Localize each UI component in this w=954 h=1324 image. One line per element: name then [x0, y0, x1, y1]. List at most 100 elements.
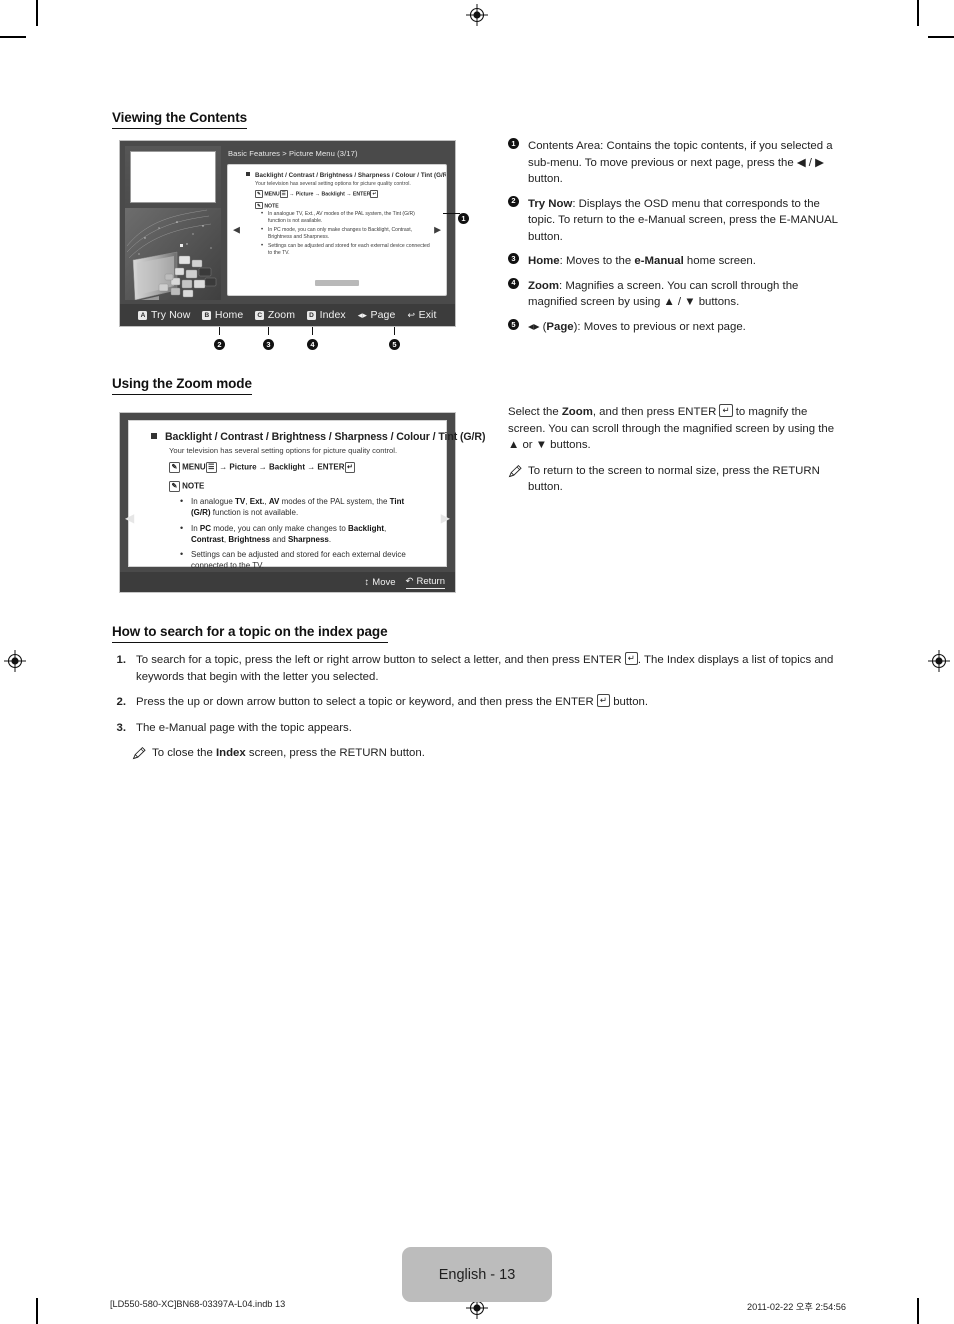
tv-bar-zoom[interactable]: C Zoom: [255, 309, 295, 321]
heading-using-the-zoom-mode: Using the Zoom mode: [112, 376, 252, 395]
tv-bar-label: Page: [370, 309, 396, 321]
step-text: To search for a topic, press the left or…: [136, 652, 834, 683]
step-number: 1.: [116, 654, 127, 666]
enter-key-icon: ↵: [370, 190, 379, 198]
crop-mark-top-left-h: [0, 36, 26, 38]
page-number-label: English - 13: [438, 1266, 516, 1283]
legend-item-text: ◂▸ (Page): Moves to previous or next pag…: [528, 320, 746, 333]
zoom-mode-body: Select the Zoom, and then press ENTER ↵ …: [508, 404, 835, 452]
legend-item-text: Try Now: Displays the OSD menu that corr…: [528, 197, 838, 243]
tv-artwork-illustration: [125, 208, 221, 300]
callout-number: 5: [389, 339, 400, 351]
legend-item-2: 2 Try Now: Displays the OSD menu that co…: [508, 195, 840, 246]
tv-note-item: In analogue TV, Ext., AV modes of the PA…: [261, 210, 430, 225]
tv-bar-label: Exit: [418, 309, 437, 321]
tv-breadcrumb: Basic Features > Picture Menu (3/17): [228, 149, 358, 158]
registration-mark-left: [4, 650, 26, 672]
callout-number: 4: [307, 339, 318, 351]
callout-1: 1: [458, 208, 469, 226]
index-step: 2. Press the up or down arrow button to …: [112, 694, 840, 711]
page-number-tab: English - 13: [402, 1247, 552, 1302]
legend-list: 1 Contents Area: Contains the topic cont…: [508, 138, 840, 343]
crop-mark-top-right-v: [917, 0, 919, 26]
tv-right-pane: Basic Features > Picture Menu (3/17) ◀ ▶…: [224, 146, 450, 300]
tv-menu-path: ✎ MENU ☰ → Picture → Backlight → ENTER ↵: [255, 190, 379, 198]
tv-topic-title: Backlight / Contrast / Brightness / Shar…: [246, 172, 446, 179]
tv-note-item: In PC mode, you can only make changes to…: [261, 226, 430, 241]
zoom-note-item: Settings can be adjusted and stored for …: [180, 548, 420, 571]
zoom-prev-page-arrow-icon[interactable]: ◀: [125, 511, 134, 525]
legend-item-4: 4 Zoom: Magnifies a screen. You can scro…: [508, 277, 840, 311]
square-bullet-icon: [151, 433, 157, 440]
step-text: The e-Manual page with the topic appears…: [136, 721, 352, 734]
zoom-bar-label: Return: [416, 575, 445, 587]
key-b-icon: B: [202, 310, 212, 320]
zoom-topic-title: Backlight / Contrast / Brightness / Shar…: [151, 431, 485, 443]
zoom-mode-description: Select the Zoom, and then press ENTER ↵ …: [508, 404, 840, 496]
tv-screen-mock: Basic Features > Picture Menu (3/17) ◀ ▶…: [119, 140, 456, 327]
legend-item-1: 1 Contents Area: Contains the topic cont…: [508, 138, 840, 188]
legend-item-5: 5 ◂▸ (Page): Moves to previous or next p…: [508, 318, 840, 336]
zoom-note-item: In analogue TV, Ext., AV modes of the PA…: [180, 495, 420, 518]
left-right-arrows-icon: ◂▸: [357, 309, 367, 320]
zoom-bar-return[interactable]: ↶ Return: [405, 575, 445, 589]
zoom-menu-path: ✎ MENU ☰ → Picture → Backlight → ENTER ↵: [169, 462, 420, 474]
step-number: 3.: [116, 721, 127, 734]
index-steps-list: 1. To search for a topic, press the left…: [112, 652, 840, 762]
menu-key-icon: ☰: [205, 462, 217, 474]
key-a-icon: A: [138, 310, 148, 320]
tv-bar-label: Try Now: [150, 309, 191, 321]
callout-number: 2: [508, 195, 519, 207]
zoom-panel-content: Backlight / Contrast / Brightness / Shar…: [128, 420, 485, 570]
crop-mark-top-right-h: [928, 36, 954, 38]
heading-index-search: How to search for a topic on the index p…: [112, 624, 388, 643]
legend-item-text: Contents Area: Contains the topic conten…: [528, 140, 833, 186]
callout-3: 3: [263, 334, 274, 352]
callout-number: 1: [508, 138, 519, 149]
tv-bar-home[interactable]: B Home: [202, 309, 243, 321]
index-note-text: To close the Index screen, press the RET…: [152, 747, 425, 760]
tv-note-item: Settings can be adjusted and stored for …: [261, 242, 430, 257]
tv-next-page-arrow-icon[interactable]: ▶: [434, 225, 441, 235]
registration-mark-top: [466, 4, 488, 26]
callout-number: 3: [508, 253, 519, 265]
zoom-bottom-bar: ↕ Move ↶ Return: [120, 572, 455, 592]
callout-number: 1: [458, 213, 469, 225]
legend-item-text: Zoom: Magnifies a screen. You can scroll…: [528, 279, 799, 309]
zoom-bar-move[interactable]: ↕ Move: [365, 577, 396, 588]
tv-topic-subtitle: Your television has several setting opti…: [255, 181, 411, 187]
page-canvas: Viewing the Contents Basic Features > Pi…: [0, 0, 954, 1324]
up-down-arrows-icon: ↕: [364, 576, 370, 588]
zoom-topic-subtitle: Your television has several setting opti…: [169, 446, 398, 455]
callout-4: 4: [307, 334, 318, 352]
legend-item-3: 3 Home: Moves to the e-Manual home scree…: [508, 253, 840, 270]
zoom-next-page-arrow-icon[interactable]: ▶: [441, 511, 450, 525]
crop-mark-bottom-left-v: [36, 1298, 38, 1324]
key-d-icon: D: [307, 310, 317, 320]
tv-contents-area: ◀ ▶ Backlight / Contrast / Brightness / …: [227, 164, 447, 296]
pencil-note-icon: [132, 746, 146, 760]
footer-timestamp: 2011-02-22 오후 2:54:56: [747, 1302, 846, 1312]
zoom-note-label: ✎ NOTE: [169, 481, 420, 493]
tv-bar-try-now[interactable]: A Try Now: [138, 309, 190, 321]
key-c-icon: C: [255, 310, 265, 320]
tv-bar-label: Home: [214, 309, 244, 321]
remote-key-icon: ✎: [169, 462, 180, 474]
heading-viewing-the-contents: Viewing the Contents: [112, 110, 247, 129]
crop-mark-bottom-right-v: [917, 1298, 919, 1324]
exit-key-icon: ↩: [407, 309, 416, 320]
zoom-mode-note: To return to the screen to normal size, …: [508, 463, 840, 496]
step-text: Press the up or down arrow button to sel…: [136, 694, 649, 709]
tv-bottom-button-bar: A Try Now B Home C Zoom D Index ◂▸ Page …: [120, 304, 455, 326]
callout-number: 4: [508, 277, 519, 289]
callout-number: 5: [508, 318, 519, 330]
zoom-mode-note-text: To return to the screen to normal size, …: [528, 464, 820, 494]
tv-bar-page[interactable]: ◂▸ Page: [358, 309, 396, 321]
tv-prev-page-arrow-icon[interactable]: ◀: [233, 225, 240, 235]
tv-note-label: ✎ NOTE: [255, 201, 279, 210]
index-step: 3. The e-Manual page with the topic appe…: [112, 720, 840, 737]
zoom-bar-label: Move: [372, 576, 396, 588]
step-number: 2.: [116, 696, 127, 709]
tv-bar-index[interactable]: D Index: [307, 309, 346, 321]
tv-bar-exit[interactable]: ↩ Exit: [407, 309, 436, 321]
